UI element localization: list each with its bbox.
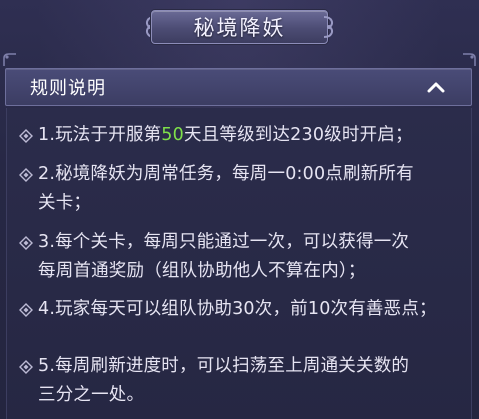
rules-content: 1.玩法于开服第50天且等级到达230级时开启； 2.秘境降妖为周常任务，每周一… [6, 108, 472, 419]
diamond-bullet-icon [19, 236, 33, 250]
rule-4-line-1: 4.玩家每天可以组队协助30次，前10次有善恶点； [38, 299, 437, 319]
rule-item-5: 5.每周刷新进度时，可以扫荡至上周通关关数的 三分之一处。 [19, 352, 463, 410]
diamond-bullet-icon [19, 360, 33, 374]
rule-3-line-2: 每周首通奖励（组队协助他人不算在内）； [38, 261, 366, 281]
rule-item-1: 1.玩法于开服第50天且等级到达230级时开启； [19, 121, 463, 150]
rule-item-3: 3.每个关卡，每周只能通过一次，可以获得一次 每周首通奖励（组队协助他人不算在内… [19, 228, 463, 286]
rule-item-4: 4.玩家每天可以组队协助30次，前10次有善恶点； [19, 295, 463, 324]
page-title: 秘境降妖 [193, 16, 286, 40]
corner-ornament-icon [3, 53, 16, 66]
diamond-bullet-icon [19, 303, 33, 317]
rule-2-line-2: 关卡； [38, 193, 92, 213]
rule-1-prefix: 1.玩法于开服第 [38, 125, 162, 145]
title-plaque: 秘境降妖 [145, 6, 334, 48]
diamond-bullet-icon [19, 129, 33, 143]
rules-header-toggle[interactable]: 规则说明 [5, 68, 472, 106]
rule-item-2: 2.秘境降妖为周常任务，每周一0:00点刷新所有 关卡； [19, 160, 463, 218]
corner-ornament-icon [463, 53, 476, 66]
rules-header-label: 规则说明 [30, 78, 106, 99]
rule-1-highlight: 50 [161, 125, 184, 145]
rule-5-line-1: 5.每周刷新进度时，可以扫荡至上周通关关数的 [38, 356, 410, 376]
rule-2-line-1: 2.秘境降妖为周常任务，每周一0:00点刷新所有 [38, 164, 414, 184]
rule-1-suffix: 天且等级到达230级时开启； [183, 125, 413, 145]
diamond-bullet-icon [19, 168, 33, 182]
rule-3-line-1: 3.每个关卡，每周只能通过一次，可以获得一次 [38, 232, 410, 252]
chevron-up-icon[interactable] [427, 80, 445, 94]
rule-5-line-2: 三分之一处。 [38, 385, 145, 405]
